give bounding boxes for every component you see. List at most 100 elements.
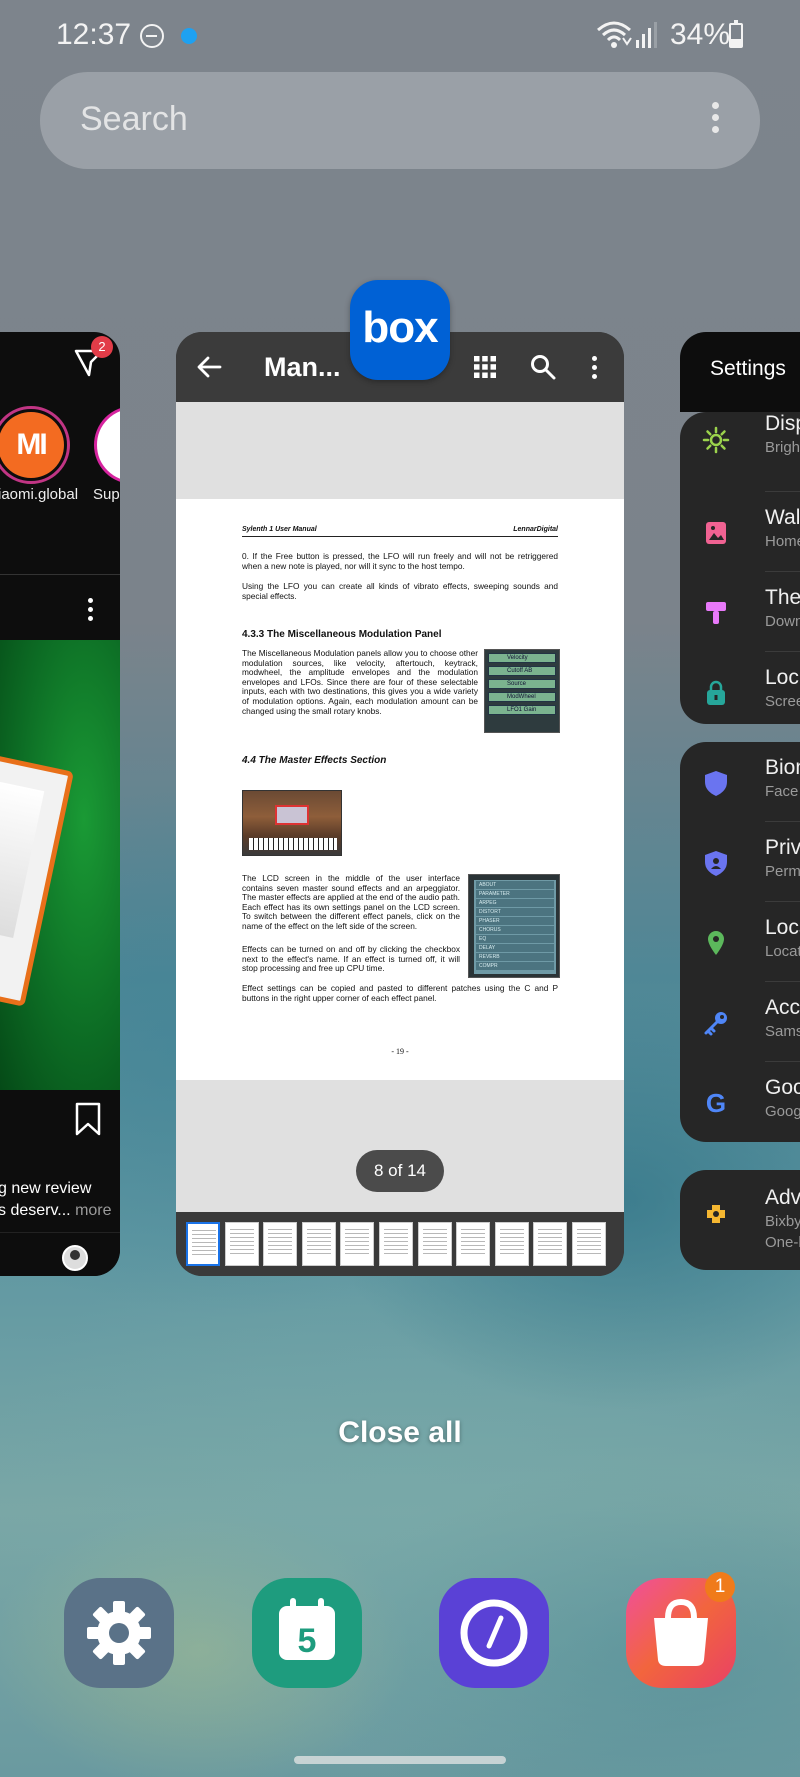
page-thumbnail[interactable]	[224, 1222, 259, 1266]
settings-item-subtitle: Perm	[765, 863, 800, 880]
lcd-row: ABOUT	[476, 881, 554, 889]
settings-item-acc[interactable]: Acc Sams	[680, 982, 800, 1062]
lcd-row: COMPR	[476, 962, 554, 970]
settings-item-title: Disp	[765, 412, 800, 435]
profile-avatar[interactable]	[62, 1245, 88, 1271]
navigation-gesture-handle[interactable]	[294, 1756, 506, 1764]
page-thumbnail[interactable]	[301, 1222, 336, 1266]
bottom-nav	[0, 1232, 120, 1276]
settings-item-subtitle: Down	[765, 613, 800, 630]
settings-item-loca[interactable]: Loca Locat	[680, 902, 800, 982]
recent-app-card-box[interactable]: Man... Sylenth 1 User Manual LennarDigit…	[176, 332, 624, 1276]
story-avatar[interactable]	[94, 406, 120, 484]
paragraph: Using the LFO you can create all kinds o…	[242, 581, 558, 601]
calendar-app-icon[interactable]: 5	[252, 1578, 362, 1688]
page-thumbnail[interactable]	[186, 1222, 220, 1266]
more-link[interactable]: more	[75, 1202, 111, 1219]
wallpaper-icon	[706, 522, 726, 544]
search-placeholder: Search	[80, 100, 188, 138]
page-thumbnail[interactable]	[263, 1222, 298, 1266]
figure-row: LFO1 Gain	[488, 705, 556, 715]
back-arrow-icon[interactable]	[196, 354, 222, 380]
settings-item-disp[interactable]: Disp Brigh	[680, 412, 800, 492]
settings-item-subtitle: Home	[765, 533, 800, 550]
close-all-button[interactable]: Close all	[0, 1416, 800, 1450]
settings-item-title: The	[765, 586, 800, 609]
signal-icon	[636, 22, 657, 48]
story-label: iaomi.global	[0, 486, 79, 503]
box-app-icon[interactable]: box	[350, 280, 450, 380]
search-icon[interactable]	[530, 354, 556, 380]
page-thumbnail[interactable]	[456, 1222, 491, 1266]
story-label: Supp	[93, 486, 120, 503]
notification-dot-icon	[181, 28, 197, 44]
battery-percent: 34%	[670, 18, 731, 51]
settings-item-title: Loca	[765, 916, 800, 939]
settings-item-subtitle: Face	[765, 783, 799, 800]
message-badge: 2	[91, 336, 113, 358]
search-more-options-icon[interactable]	[710, 102, 720, 140]
lcd-row: PARAMETER	[476, 890, 554, 898]
settings-item-bion[interactable]: Bion Face	[680, 742, 800, 822]
lcd-row: DISTORT	[476, 908, 554, 916]
status-time: 12:37	[56, 18, 132, 51]
settings-item-title: Lock	[765, 666, 800, 689]
key-icon	[704, 1012, 727, 1036]
battery-icon	[729, 20, 743, 48]
post-caption-line2: s deserv... more	[0, 1202, 112, 1220]
lcd-row: DELAY	[476, 944, 554, 952]
settings-item-adv[interactable]: Adv Bixby One-h	[680, 1170, 800, 1251]
post-caption: g new review	[0, 1180, 92, 1197]
clock-icon	[460, 1599, 528, 1667]
settings-item-subtitle: Brigh	[765, 439, 800, 456]
section-heading: 4.4 The Master Effects Section	[242, 755, 387, 766]
paragraph: The LCD screen in the middle of the user…	[242, 873, 460, 931]
divider	[242, 536, 558, 537]
settings-item-subtitle: Sams	[765, 1023, 800, 1040]
paragraph: 0. If the Free button is pressed, the LF…	[242, 551, 558, 571]
recents-search-bar[interactable]: Search	[40, 72, 760, 169]
settings-item-the[interactable]: The Down	[680, 572, 800, 652]
grid-view-icon[interactable]	[474, 356, 496, 378]
settings-item-subtitle: Scree	[765, 693, 800, 710]
paragraph: Effects can be turned on and off by clic…	[242, 944, 460, 974]
post-image[interactable]	[0, 640, 120, 1090]
more-options-icon[interactable]	[592, 356, 598, 380]
do-not-disturb-icon	[140, 24, 164, 48]
settings-item-title: Goo	[765, 1076, 800, 1099]
bookmark-icon[interactable]	[74, 1102, 102, 1136]
page-thumbnail-strip[interactable]	[176, 1212, 624, 1276]
settings-item-subtitle: Bixby	[765, 1213, 800, 1230]
page-thumbnail[interactable]	[417, 1222, 452, 1266]
post-more-icon[interactable]	[86, 598, 94, 628]
page-thumbnail[interactable]	[533, 1222, 568, 1266]
page-thumbnail[interactable]	[572, 1222, 606, 1266]
settings-item-priv[interactable]: Priv Perm	[680, 822, 800, 902]
synth-interface-figure	[242, 790, 342, 856]
figure-row: ModWheel	[488, 692, 556, 702]
settings-item-title: Bion	[765, 756, 800, 779]
settings-item-goo[interactable]: G Goo Goog	[680, 1062, 800, 1142]
lcd-screen-figure: ABOUT PARAMETER ARPEG DISTORT PHASER CHORUS EQ…	[468, 874, 560, 978]
settings-item-lock[interactable]: Lock Scree	[680, 652, 800, 732]
settings-app-icon[interactable]	[64, 1578, 174, 1688]
page-thumbnail[interactable]	[379, 1222, 413, 1266]
lcd-row: ARPEG	[476, 899, 554, 907]
page-thumbnail[interactable]	[340, 1222, 375, 1266]
post-caption-text: s deserv...	[0, 1202, 71, 1219]
lcd-row: REVERB	[476, 953, 554, 961]
lcd-row: PHASER	[476, 917, 554, 925]
recent-app-card-instagram[interactable]: 2 MI iaomi.global Supp g new review s de…	[0, 332, 120, 1276]
settings-item-subtitle: Goog	[765, 1103, 800, 1120]
settings-item-subtitle: Locat	[765, 943, 800, 960]
document-viewer[interactable]: Sylenth 1 User Manual LennarDigital 0. I…	[176, 402, 624, 1212]
lcd-row: EQ	[476, 935, 554, 943]
google-icon: G	[706, 1089, 726, 1117]
page-thumbnail[interactable]	[494, 1222, 529, 1266]
advanced-icon	[707, 1205, 725, 1223]
settings-item-wall[interactable]: Wall Home	[680, 492, 800, 572]
story-avatar[interactable]: MI	[0, 406, 70, 484]
clock-app-icon[interactable]	[439, 1578, 549, 1688]
recent-app-card-settings[interactable]: Settings Disp Brigh Wall Home The Down Lock Scr…	[680, 332, 800, 1272]
brush-icon	[706, 602, 726, 624]
